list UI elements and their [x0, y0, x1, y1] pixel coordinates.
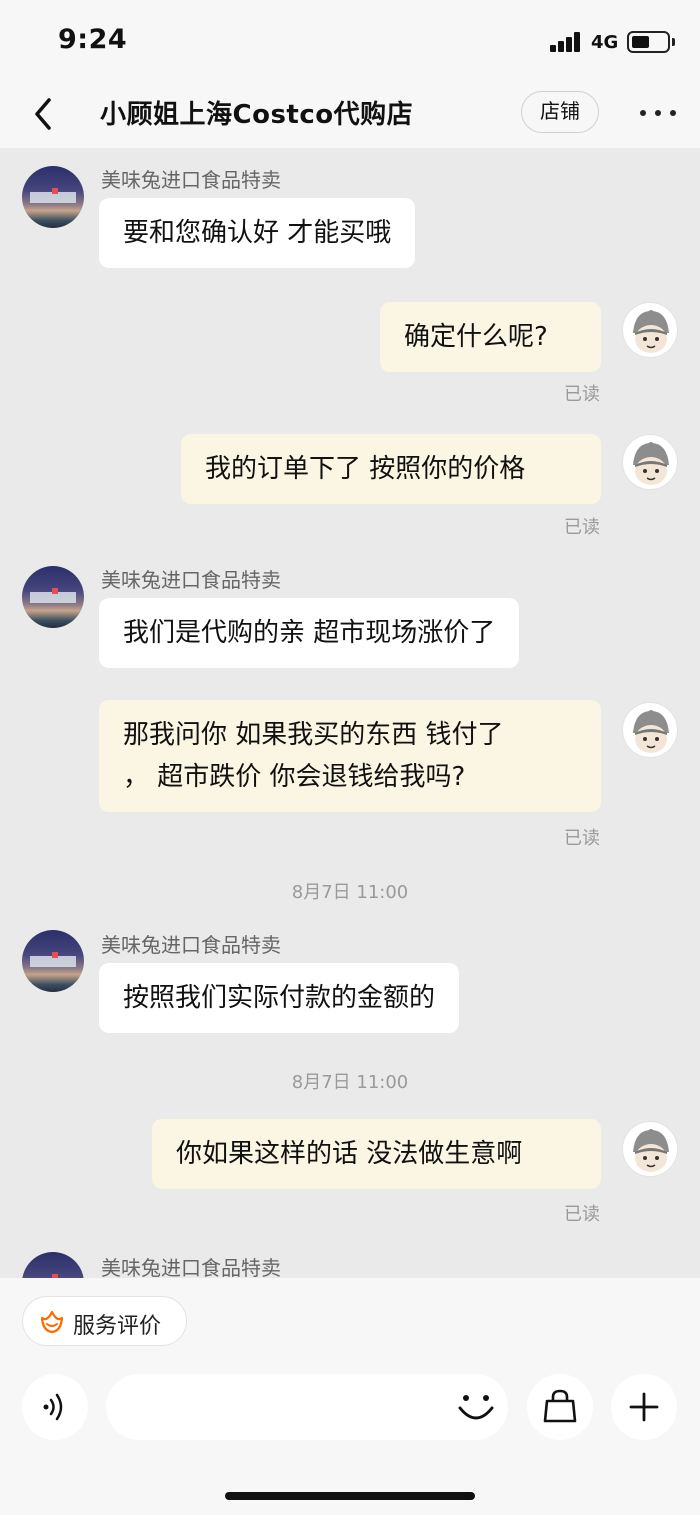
message-input[interactable]	[106, 1374, 508, 1440]
seller-avatar[interactable]	[22, 1252, 84, 1278]
shop-title: 小顾姐上海Costco代购店	[100, 100, 414, 130]
service-rating-label: 服务评价	[73, 1314, 162, 1339]
chat-area[interactable]: 美味兔进口食品特卖 要和您确认好 才能买哦 确定什么呢? 已读 我的订单下了 按…	[0, 148, 700, 1278]
message-bubble-outgoing[interactable]: 我的订单下了 按照你的价格	[181, 434, 601, 504]
seller-avatar[interactable]	[22, 930, 84, 992]
seller-avatar[interactable]	[22, 166, 84, 228]
sender-name: 美味兔进口食品特卖	[101, 933, 281, 957]
message-line: 那我问你 如果我买的东西 钱付了	[123, 720, 504, 750]
message-bubble-outgoing[interactable]: 那我问你 如果我买的东西 钱付了 ， 超市跌价 你会退钱给我吗?	[99, 700, 601, 812]
read-status: 已读	[564, 828, 600, 849]
message-bubble-outgoing[interactable]: 确定什么呢?	[380, 302, 601, 372]
battery-icon	[627, 31, 670, 53]
battery-tip	[672, 38, 675, 46]
flower-icon	[40, 1310, 64, 1334]
message-line: ， 超市跌价 你会退钱给我吗?	[123, 762, 466, 792]
emoji-button[interactable]	[452, 1386, 500, 1428]
bag-button[interactable]	[527, 1374, 593, 1440]
bag-icon	[543, 1389, 577, 1423]
user-avatar[interactable]	[622, 302, 678, 358]
user-avatar[interactable]	[622, 702, 678, 758]
message-bubble-incoming[interactable]: 按照我们实际付款的金额的	[99, 963, 460, 1033]
sender-name: 美味兔进口食品特卖	[101, 1256, 281, 1278]
user-avatar[interactable]	[622, 1121, 678, 1177]
back-button[interactable]	[26, 94, 62, 134]
message-bubble-incoming[interactable]: 要和您确认好 才能买哦	[99, 198, 416, 268]
user-avatar-icon	[633, 310, 669, 353]
nav-bar: 小顾姐上海Costco代购店 店铺	[0, 80, 700, 148]
back-icon	[35, 98, 51, 130]
user-avatar[interactable]	[622, 434, 678, 490]
user-avatar-icon	[633, 442, 669, 485]
status-time: 9:24	[58, 24, 128, 55]
plus-icon	[629, 1392, 659, 1422]
voice-icon	[43, 1393, 63, 1421]
read-status: 已读	[564, 517, 600, 538]
user-avatar-icon	[633, 710, 669, 753]
read-status: 已读	[564, 384, 600, 405]
more-button[interactable]	[636, 96, 680, 130]
sender-name: 美味兔进口食品特卖	[101, 568, 281, 592]
user-avatar-icon	[633, 1129, 669, 1172]
voice-button[interactable]	[22, 1374, 88, 1440]
signal-icon	[550, 32, 586, 52]
seller-avatar[interactable]	[22, 566, 84, 628]
service-rating-button[interactable]: 服务评价	[22, 1296, 187, 1346]
timestamp: 8月7日 11:00	[291, 1072, 409, 1093]
bottom-panel: 服务评价	[0, 1278, 700, 1515]
network-label: 4G	[591, 32, 619, 53]
read-status: 已读	[564, 1204, 600, 1225]
home-indicator	[225, 1492, 475, 1500]
message-bubble-outgoing[interactable]: 你如果这样的话 没法做生意啊	[152, 1119, 601, 1189]
status-bar: 9:24 4G	[0, 0, 700, 80]
more-icon	[640, 110, 646, 116]
emoji-icon	[458, 1395, 494, 1420]
shop-button[interactable]: 店铺	[521, 91, 599, 133]
message-bubble-incoming[interactable]: 我们是代购的亲 超市现场涨价了	[99, 598, 520, 668]
plus-button[interactable]	[611, 1374, 677, 1440]
timestamp: 8月7日 11:00	[291, 882, 409, 903]
sender-name: 美味兔进口食品特卖	[101, 168, 281, 192]
